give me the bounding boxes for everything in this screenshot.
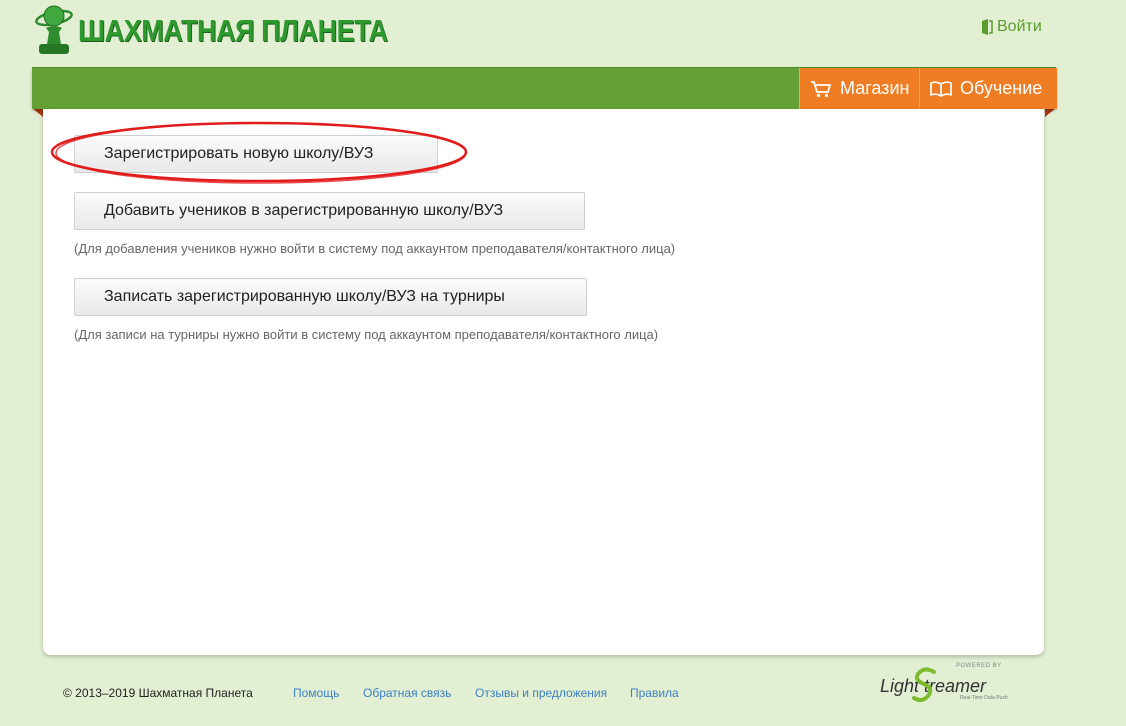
enroll-tournaments-button[interactable]: Записать зарегистрированную школу/ВУЗ на… [74,278,587,316]
add-students-note: (Для добавления учеников нужно войти в с… [74,241,676,256]
nav-shop-label: Магазин [840,78,910,98]
main-navbar: Магазин Обучение [32,67,1057,109]
enroll-tournaments-note: (Для записи на турниры нужно войти в сис… [74,327,659,342]
lightstreamer-tagline: Real-Time Data Push [960,695,1008,701]
nav-fold-right [1045,108,1056,117]
site-logo[interactable]: ШАХМАТНАЯ ПЛАНЕТА [30,0,388,62]
footer-link-rules[interactable]: Правила [630,686,679,700]
footer-copyright: © 2013–2019 Шахматная Планета [63,686,253,700]
cart-icon [810,80,832,98]
login-link[interactable]: Войти [981,18,1042,36]
footer-link-reviews[interactable]: Отзывы и предложения [475,686,607,700]
add-students-button[interactable]: Добавить учеников в зарегистрированную ш… [74,192,585,230]
chess-pawn-planet-icon [35,5,73,54]
nav-learn-button[interactable]: Обучение [919,68,1057,109]
lightstreamer-logo: POWERED BY Light treamer Real-Time Data … [878,660,1008,706]
footer-link-feedback[interactable]: Обратная связь [363,686,451,700]
footer-link-help[interactable]: Помощь [293,686,339,700]
powered-by-label: POWERED BY [956,663,1002,669]
logo-text: ШАХМАТНАЯ ПЛАНЕТА [78,13,388,48]
register-school-button[interactable]: Зарегистрировать новую школу/ВУЗ [74,135,438,173]
lightstreamer-s-icon [912,667,936,703]
book-icon [930,80,952,98]
nav-learn-label: Обучение [960,78,1043,98]
content-panel [43,109,1044,655]
nav-fold-left [32,108,43,117]
nav-shop-button[interactable]: Магазин [799,68,919,109]
login-door-icon [981,19,993,35]
login-label: Войти [997,18,1042,35]
